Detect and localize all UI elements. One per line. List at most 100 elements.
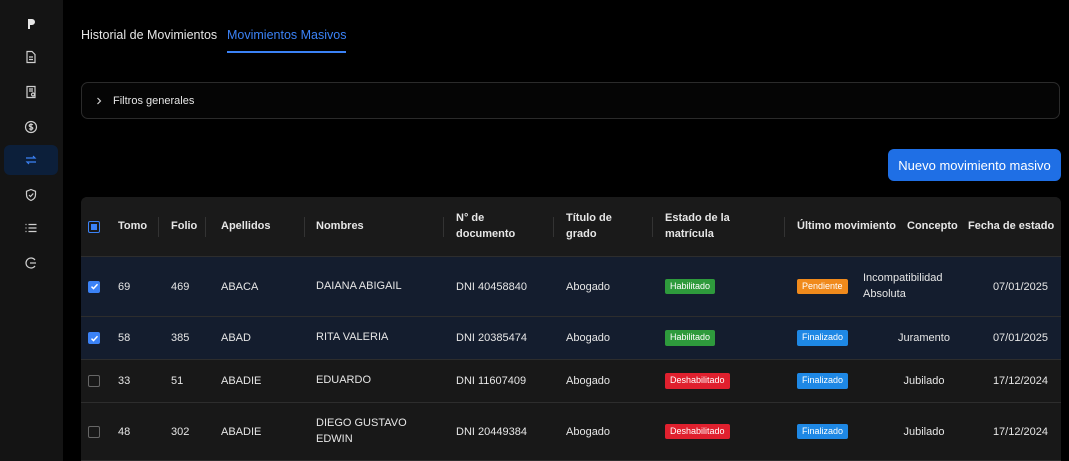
concepto-text-line2: Absoluta	[863, 287, 906, 300]
nombres-text: DAIANA ABIGAIL	[316, 279, 402, 295]
cell-titulo: Abogado	[566, 332, 611, 344]
cell-fecha: 17/12/2024	[992, 425, 1048, 438]
header-titulo-line2: grado	[566, 227, 597, 240]
shield-check-icon[interactable]	[4, 180, 58, 210]
header-estado-line2: matrícula	[665, 227, 714, 240]
cell-folio: 302	[171, 425, 190, 438]
cell-documento: DNI 20449384	[456, 425, 527, 438]
select-all-cell	[88, 197, 100, 256]
nombres-text: DIEGO GUSTAVO EDWIN	[316, 416, 407, 448]
cell-titulo: Abogado	[566, 375, 611, 387]
row-checkbox[interactable]	[88, 425, 100, 438]
row-select-cell	[88, 360, 100, 402]
nombres-text-line1: DIEGO GUSTAVO	[316, 416, 407, 429]
cell-apellidos: ABACA	[221, 280, 259, 293]
cell-tomo: 58	[118, 332, 131, 344]
cell-nombres: EDUARDO	[316, 360, 371, 402]
concepto-text: Incompatibilidad Absoluta	[863, 271, 943, 303]
header-documento[interactable]: N° de documento	[456, 197, 515, 256]
transfer-icon[interactable]	[4, 145, 58, 175]
row-select-cell	[88, 403, 100, 460]
cell-ultimo-movimiento: Pendiente	[797, 257, 848, 316]
cell-folio: 469	[171, 280, 190, 293]
cell-concepto: Incompatibilidad Absoluta	[863, 257, 943, 316]
cell-folio: 385	[171, 332, 190, 344]
row-checkbox[interactable]	[88, 332, 100, 344]
tab-historial[interactable]: Historial de Movimientos	[81, 0, 227, 54]
cell-fecha: 07/01/2025	[992, 332, 1048, 344]
document-icon[interactable]	[4, 42, 58, 72]
row-checkbox[interactable]	[88, 280, 100, 293]
header-tomo[interactable]: Tomo	[118, 197, 147, 256]
cell-nombres: DIEGO GUSTAVO EDWIN	[316, 403, 407, 460]
cell-fecha: 17/12/2024	[992, 375, 1048, 387]
cell-nombres: RITA VALERIA	[316, 317, 388, 359]
estado-badge: Deshabilitado	[665, 373, 730, 389]
cell-documento: DNI 11607409	[456, 375, 527, 387]
movimiento-badge: Pendiente	[797, 278, 848, 295]
cell-apellidos: ABAD	[221, 332, 251, 344]
cell-titulo: Abogado	[566, 280, 611, 293]
nombres-text-line1: DAIANA ABIGAIL	[316, 279, 402, 292]
table-row[interactable]: 33 51 ABADIE EDUARDO DNI 11607409 Abogado Desh…	[81, 360, 1061, 403]
table-row[interactable]: 58 385 ABAD RITA VALERIA DNI 20385474 Abogado…	[81, 317, 1061, 360]
header-estado-line1: Estado de la	[665, 211, 730, 224]
header-titulo[interactable]: Título de grado	[566, 197, 612, 256]
nombres-text-line1: EDUARDO	[316, 374, 372, 387]
cell-fecha: 07/01/2025	[992, 280, 1048, 293]
dollar-icon[interactable]	[4, 112, 58, 142]
movimiento-badge: Finalizado	[797, 330, 849, 346]
cell-tomo: 48	[118, 425, 131, 438]
cell-estado: Habilitado	[665, 317, 716, 359]
movimiento-badge: Finalizado	[797, 423, 849, 440]
header-documento-line2: documento	[456, 227, 516, 240]
table-row[interactable]: 48 302 ABADIE DIEGO GUSTAVO EDWIN DNI 2044938…	[81, 403, 1061, 461]
tab-masivos[interactable]: Movimientos Masivos	[227, 0, 347, 54]
cell-tomo: 69	[118, 280, 131, 293]
nombres-text: EDUARDO	[316, 373, 371, 389]
cell-estado: Habilitado	[665, 257, 716, 316]
cell-apellidos: ABADIE	[221, 375, 262, 387]
header-estado[interactable]: Estado de la matrícula	[665, 197, 730, 256]
header-folio[interactable]: Folio	[171, 197, 197, 256]
logo-icon[interactable]	[4, 9, 58, 39]
filters-accordion[interactable]: Filtros generales	[81, 82, 1060, 119]
cell-tomo: 33	[118, 375, 131, 387]
header-titulo-line1: Título de	[566, 211, 612, 224]
cell-ultimo-movimiento: Finalizado	[797, 317, 849, 359]
tab-bar: Historial de Movimientos Movimientos Mas…	[81, 0, 347, 54]
header-ultimo-movimiento[interactable]: Último movimiento	[797, 197, 896, 256]
concepto-text-line1: Incompatibilidad	[863, 271, 943, 284]
cell-documento: DNI 40458840	[456, 280, 527, 293]
nombres-text-line2: EDWIN	[316, 432, 353, 445]
nombres-text: RITA VALERIA	[316, 330, 388, 346]
movements-table: Tomo Folio Apellidos Nombres N° de docume…	[81, 197, 1061, 461]
check-icon	[90, 283, 98, 290]
select-all-checkbox[interactable]	[88, 220, 100, 233]
chevron-right-icon	[97, 97, 102, 104]
cell-nombres: DAIANA ABIGAIL	[316, 257, 402, 316]
row-select-cell	[88, 257, 100, 316]
cell-documento: DNI 20385474	[456, 332, 527, 344]
header-nombres[interactable]: Nombres	[316, 197, 364, 256]
cell-folio: 51	[171, 375, 184, 387]
header-apellidos[interactable]: Apellidos	[221, 197, 271, 256]
cell-titulo: Abogado	[566, 425, 611, 438]
header-documento-line1: N° de	[456, 211, 485, 224]
logout-icon[interactable]	[4, 248, 58, 278]
check-icon	[90, 335, 98, 342]
nombres-text-line1: RITA VALERIA	[316, 331, 389, 344]
row-checkbox[interactable]	[88, 375, 100, 387]
cell-ultimo-movimiento: Finalizado	[797, 360, 849, 402]
list-icon[interactable]	[4, 213, 58, 243]
estado-badge: Habilitado	[665, 330, 716, 346]
table-row[interactable]: 69 469 ABACA DAIANA ABIGAIL DNI 40458840 Abog…	[81, 257, 1061, 317]
new-mass-movement-button[interactable]: Nuevo movimiento masivo	[888, 149, 1061, 181]
certificate-icon[interactable]	[4, 77, 58, 107]
header-fecha[interactable]: Fecha de estado	[968, 197, 1054, 256]
header-concepto[interactable]: Concepto	[907, 197, 958, 256]
cell-ultimo-movimiento: Finalizado	[797, 403, 849, 460]
row-select-cell	[88, 317, 100, 359]
cell-apellidos: ABADIE	[221, 425, 262, 438]
sidebar	[0, 0, 63, 461]
